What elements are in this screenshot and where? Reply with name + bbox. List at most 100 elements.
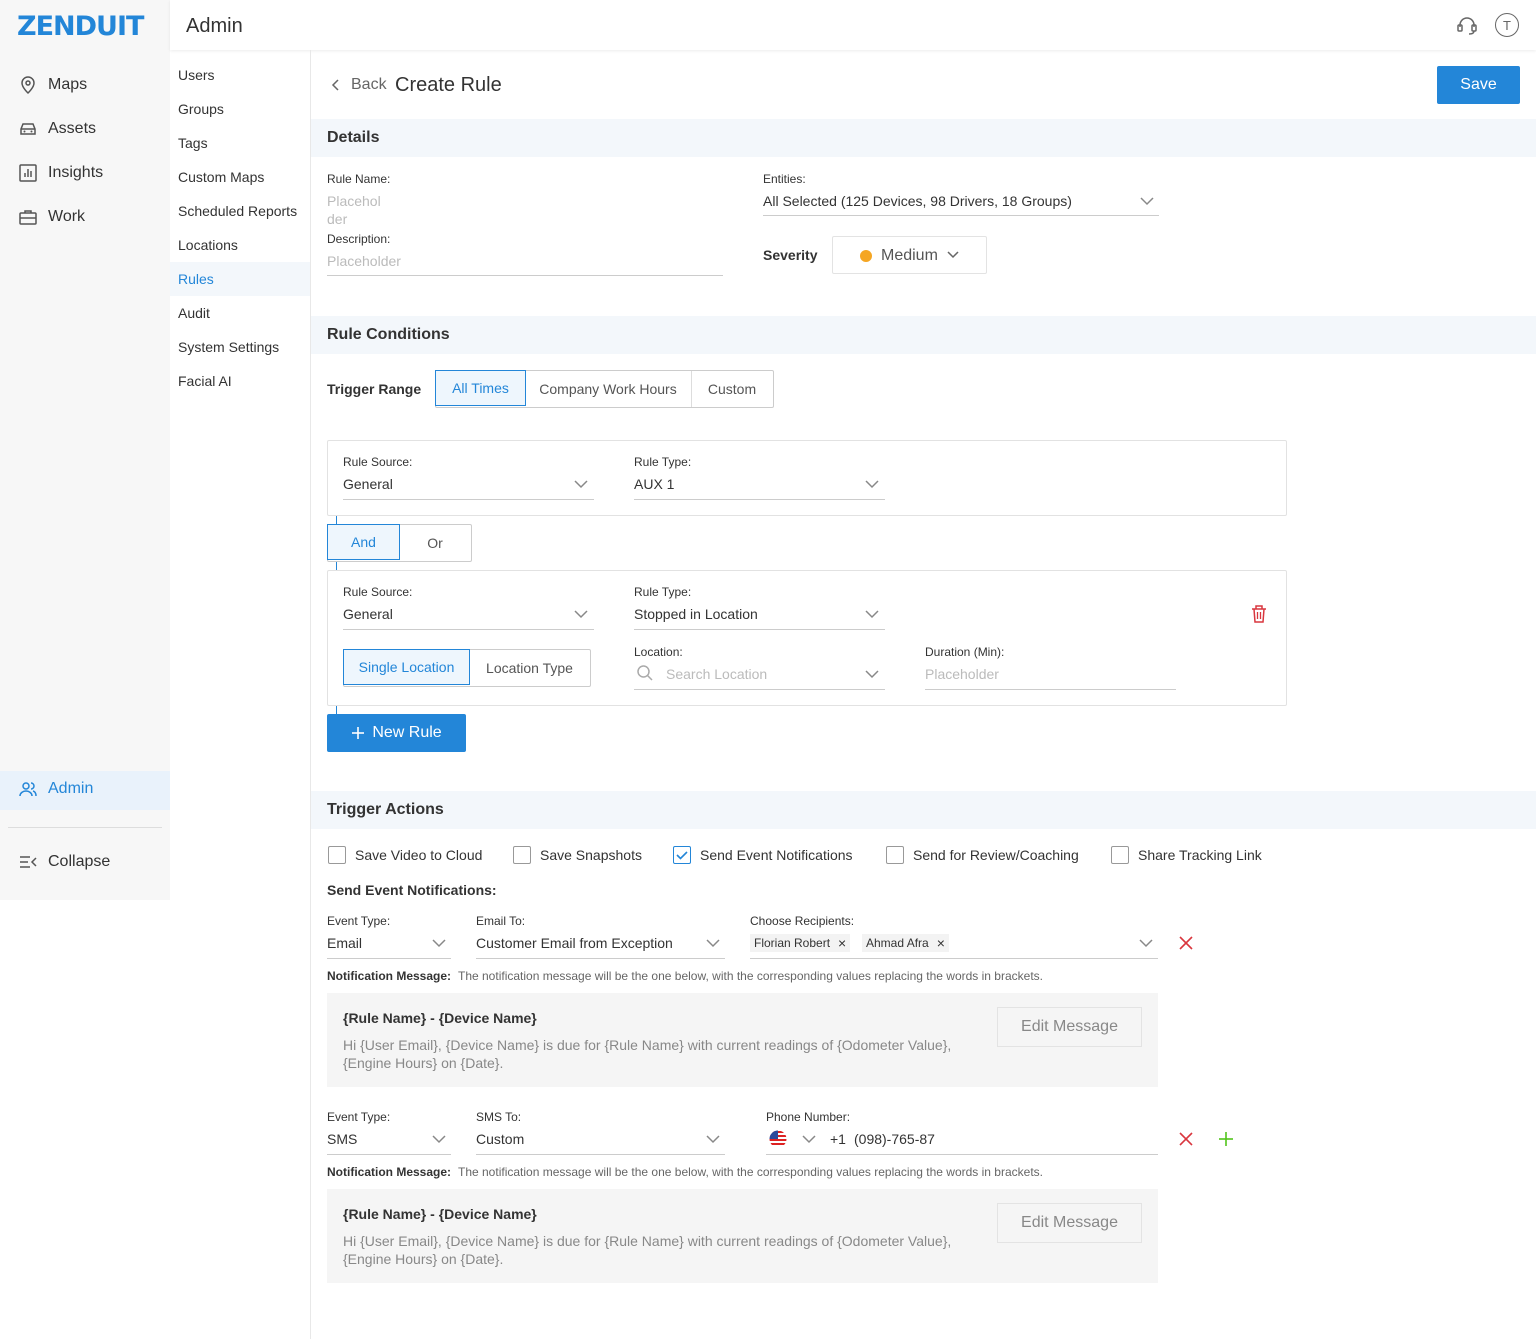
rule2-type-underline [634,629,885,630]
actions-section-header: Trigger Actions [311,791,1536,829]
rule1-source-select[interactable]: General [343,476,393,492]
top-header [170,0,1536,50]
subnav-facial-ai[interactable]: Facial AI [178,373,232,389]
recipient-tag[interactable]: Ahmad Afra × [862,934,949,952]
sms-msg-label: Notification Message: [327,1165,452,1179]
logic-and[interactable]: And [327,524,400,560]
subnav-users[interactable]: Users [178,67,215,83]
location-search-input[interactable]: Search Location [666,666,767,682]
email-to-select[interactable]: Customer Email from Exception [476,935,673,951]
rule1-type-underline [634,499,885,500]
rule-name-input[interactable]: Placeholder [327,192,387,228]
rule1-type-select[interactable]: AUX 1 [634,476,674,492]
severity-dot [860,250,872,262]
location-chevron-down-icon[interactable] [864,669,880,679]
sms-message-title: {Rule Name} - {Device Name} [343,1206,537,1222]
recipients-label: Choose Recipients: [750,914,855,928]
phone-input[interactable]: (098)-765-87 [854,1131,935,1147]
header-title: Admin [186,15,243,37]
checkbox-send-event-notifications[interactable] [673,846,691,864]
severity-select[interactable]: Medium [832,236,987,274]
location-mode-type[interactable]: Location Type [469,650,590,686]
subnav-custom-maps[interactable]: Custom Maps [178,169,264,185]
subnav-rules[interactable]: Rules [178,271,214,287]
users-icon [19,782,37,797]
subnav-groups[interactable]: Groups [178,101,224,117]
headset-icon[interactable] [1456,14,1478,36]
rule1-source-label: Rule Source: [343,455,413,469]
new-rule-button[interactable]: New Rule [327,714,466,752]
nav-work[interactable]: Work [18,207,85,227]
description-input[interactable]: Placeholder [327,253,401,269]
subnav-locations[interactable]: Locations [178,237,238,253]
rule2-type-select[interactable]: Stopped in Location [634,606,758,622]
nav-assets[interactable]: Assets [18,119,96,139]
entities-chevron-down-icon[interactable] [1139,196,1155,206]
subnav-audit[interactable]: Audit [178,305,210,321]
duration-input[interactable]: Placeholder [925,666,999,682]
email-edit-message-button[interactable]: Edit Message [997,1007,1142,1047]
recipient-tag[interactable]: Florian Robert × [750,934,851,952]
user-avatar[interactable]: T [1495,13,1519,37]
checkmark-icon [676,851,688,860]
us-flag-icon[interactable] [768,1130,788,1148]
close-icon[interactable] [1179,936,1193,950]
rule2-source-chevron-down-icon[interactable] [573,609,589,619]
save-button[interactable]: Save [1437,66,1520,104]
rule2-source-select[interactable]: General [343,606,393,622]
trigger-range-segmented: All Times Company Work Hours Custom [435,370,774,408]
sms-event-type-chevron-down-icon[interactable] [431,1134,447,1144]
logic-or[interactable]: Or [399,525,471,561]
location-underline [634,689,885,690]
nav-maps[interactable]: Maps [18,75,87,95]
nav-insights[interactable]: Insights [18,163,103,183]
sms-edit-message-button[interactable]: Edit Message [997,1203,1142,1243]
nav-collapse[interactable]: Collapse [18,852,110,872]
email-to-chevron-down-icon[interactable] [705,938,721,948]
back-chevron-icon[interactable] [331,79,341,91]
subnav-system-settings[interactable]: System Settings [178,339,279,355]
checkbox-share-tracking[interactable] [1111,846,1129,864]
sms-to-label: SMS To: [476,1110,522,1124]
close-icon[interactable] [1179,1132,1193,1146]
sms-message-body: Hi {User Email}, {Device Name} is due fo… [343,1233,952,1267]
rule1-source-underline [343,499,594,500]
rule1-type-chevron-down-icon[interactable] [864,479,880,489]
nav-admin-content[interactable]: Admin [18,779,93,799]
sms-message-preview: {Rule Name} - {Device Name} Hi {User Ema… [327,1189,1158,1283]
trigger-company-work-hours[interactable]: Company Work Hours [525,371,692,407]
sms-to-chevron-down-icon[interactable] [705,1134,721,1144]
checkbox-save-video[interactable] [328,846,346,864]
subnav-scheduled-reports[interactable]: Scheduled Reports [178,203,297,219]
new-rule-label: New Rule [372,724,442,741]
car-icon [20,123,36,135]
rule2-source-label: Rule Source: [343,585,413,599]
email-event-type-select[interactable]: Email [327,935,362,951]
back-link[interactable]: Back [351,76,387,94]
email-msg-label: Notification Message: [327,969,452,983]
email-event-type-chevron-down-icon[interactable] [431,938,447,948]
app-logo[interactable]: ZENDUIT [17,11,144,42]
checkbox-save-snapshots[interactable] [513,846,531,864]
trigger-all-times[interactable]: All Times [435,370,526,406]
add-icon[interactable] [1218,1131,1234,1147]
recipients-chevron-down-icon[interactable] [1138,938,1154,948]
phone-label: Phone Number: [766,1110,851,1124]
subnav-tags[interactable]: Tags [178,135,208,151]
trash-icon[interactable] [1250,604,1268,624]
rule1-source-chevron-down-icon[interactable] [573,479,589,489]
trigger-custom[interactable]: Custom [692,371,772,407]
remove-tag-icon[interactable]: × [838,935,846,951]
checkbox-send-review[interactable] [886,846,904,864]
sms-to-select[interactable]: Custom [476,1131,524,1147]
sms-event-type-select[interactable]: SMS [327,1131,357,1147]
description-label: Description: [327,232,391,246]
rule2-type-chevron-down-icon[interactable] [864,609,880,619]
country-chevron-down-icon[interactable] [801,1134,817,1144]
email-to-label: Email To: [476,914,526,928]
conditions-heading: Rule Conditions [327,326,450,343]
location-mode-single[interactable]: Single Location [343,649,470,685]
entities-select[interactable]: All Selected (125 Devices, 98 Drivers, 1… [763,193,1072,209]
remove-tag-icon[interactable]: × [937,935,945,951]
checkbox-send-review-label: Send for Review/Coaching [913,847,1079,863]
